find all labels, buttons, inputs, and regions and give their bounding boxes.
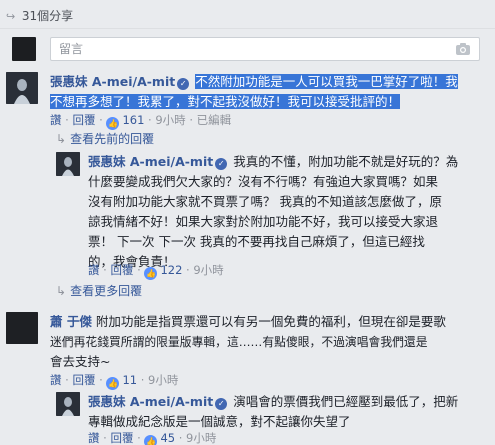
comment-text: 諒我情緒不好！如果大家對於附加功能不好，我可以接受大家退 — [88, 214, 439, 229]
shares-link[interactable]: ↪ 31個分享 — [6, 4, 73, 28]
comment-input[interactable] — [51, 38, 431, 60]
comment-1: 張惠妹 A-mei/A-mit ✓ 不然附加功能是一人可以買我一巴掌好了啦！我 不… — [50, 72, 490, 112]
comment-actions: 讚 · 回覆 · 👍 11 · 9小時 — [50, 372, 179, 390]
divider — [0, 28, 495, 29]
comment-text: 什麼要變成我們欠大家的？沒有不行嗎？有強迫大家買嗎？如果 — [88, 174, 439, 189]
verified-icon: ✓ — [177, 78, 190, 90]
reaction-number: 11 — [122, 373, 138, 387]
comment-text: 演唱會的票價我們已經壓到最低了，把新 — [233, 394, 459, 409]
shares-count: 31個分享 — [21, 9, 74, 23]
like-icon: 👍 — [144, 267, 158, 280]
comment-author[interactable]: 張惠妹 A-mei/A-mit — [88, 394, 213, 409]
like-link[interactable]: 讚 — [50, 372, 62, 388]
comment-text: 會去支持~ — [50, 354, 111, 369]
author-avatar[interactable] — [56, 152, 80, 176]
like-icon: 👍 — [106, 117, 120, 130]
reply-1: 張惠妹 A-mei/A-mit ✓ 我真的不懂，附加功能不就是好玩的？為 什麼要變… — [88, 152, 488, 272]
reaction-count[interactable]: 👍 11 — [106, 372, 137, 390]
comment-author[interactable]: 張惠妹 A-mei/A-mit — [88, 154, 213, 169]
comment-author[interactable]: 張惠妹 A-mei/A-mit — [50, 74, 175, 89]
like-icon: 👍 — [106, 377, 120, 390]
reply-arrow-icon: ↳ — [56, 284, 67, 298]
comment-text-cont: 不想再多想了！我累了，對不起我沒做好！我可以接受批評的！ — [50, 94, 401, 109]
comment-text: 附加功能是指買票還可以有另一個免費的福利，但現在卻是要歌 — [95, 314, 446, 329]
view-previous-replies[interactable]: ↳ 查看先前的回覆 — [56, 131, 154, 147]
comment-text: 沒有附加功能大家就不買票了嗎？ 我真的不知道該怎麼做了，原 — [88, 194, 442, 209]
timestamp[interactable]: 9小時 — [193, 262, 223, 278]
view-more-label: 查看更多回覆 — [70, 284, 143, 298]
comment-actions: 讚 · 回覆 · 👍 122 · 9小時 — [88, 262, 224, 280]
author-avatar[interactable] — [6, 72, 38, 104]
share-arrow-icon: ↪ — [6, 10, 16, 23]
reply-link[interactable]: 回覆 — [72, 112, 95, 128]
reply-link[interactable]: 回覆 — [72, 372, 95, 388]
reaction-number: 45 — [160, 431, 176, 445]
comment-text: 專輯做成紀念版是一個誠意，對不起讓你失望了 — [88, 414, 351, 429]
comment-text: 票！ 下一次 下一次 我真的不要再找自己麻煩了，但這已經找 — [88, 234, 425, 249]
timestamp[interactable]: 9小時 — [148, 372, 178, 388]
verified-icon: ✓ — [215, 398, 228, 410]
edited-label[interactable]: 已編輯 — [197, 112, 232, 128]
view-previous-label: 查看先前的回覆 — [70, 132, 155, 146]
comment-actions: 讚 · 回覆 · 👍 45 · 9小時 — [88, 430, 488, 445]
comment-composer[interactable] — [50, 37, 480, 61]
my-avatar[interactable] — [12, 37, 36, 61]
reply-2: 張惠妹 A-mei/A-mit ✓ 演唱會的票價我們已經壓到最低了，把新 專輯做成… — [88, 392, 488, 432]
view-more-replies[interactable]: ↳ 查看更多回覆 — [56, 283, 142, 299]
comment-text: 不然附加功能是一人可以買我一巴掌好了啦！我 — [195, 74, 458, 89]
comment-text: 我真的不懂，附加功能不就是好玩的？為 — [233, 154, 459, 169]
comment-author[interactable]: 蕭 于傑 — [50, 314, 92, 329]
like-link[interactable]: 讚 — [88, 430, 100, 445]
like-icon: 👍 — [144, 435, 158, 445]
verified-icon: ✓ — [215, 158, 228, 170]
author-avatar[interactable] — [6, 312, 38, 344]
reaction-number: 161 — [122, 113, 145, 127]
reply-link[interactable]: 回覆 — [110, 430, 133, 445]
reaction-count[interactable]: 👍 122 — [144, 262, 182, 280]
camera-icon[interactable] — [456, 43, 470, 58]
reply-arrow-icon: ↳ — [56, 132, 67, 146]
reaction-count[interactable]: 👍 45 — [144, 430, 175, 445]
timestamp[interactable]: 9小時 — [155, 112, 185, 128]
like-link[interactable]: 讚 — [50, 112, 62, 128]
comment-2: 蕭 于傑 附加功能是指買票還可以有另一個免費的福利，但現在卻是要歌 迷們再花錢買… — [50, 312, 490, 372]
reaction-number: 122 — [160, 263, 183, 277]
author-avatar[interactable] — [56, 392, 80, 416]
reaction-count[interactable]: 👍 161 — [106, 112, 144, 130]
reply-link[interactable]: 回覆 — [110, 262, 133, 278]
like-link[interactable]: 讚 — [88, 262, 100, 278]
timestamp[interactable]: 9小時 — [186, 430, 216, 445]
comment-text: 迷們再花錢買所謂的限量版專輯，這……有點傻眼，不過演唱會我們還是 — [50, 335, 428, 349]
comment-actions: 讚 · 回覆 · 👍 161 · 9小時 · 已編輯 — [50, 112, 232, 130]
